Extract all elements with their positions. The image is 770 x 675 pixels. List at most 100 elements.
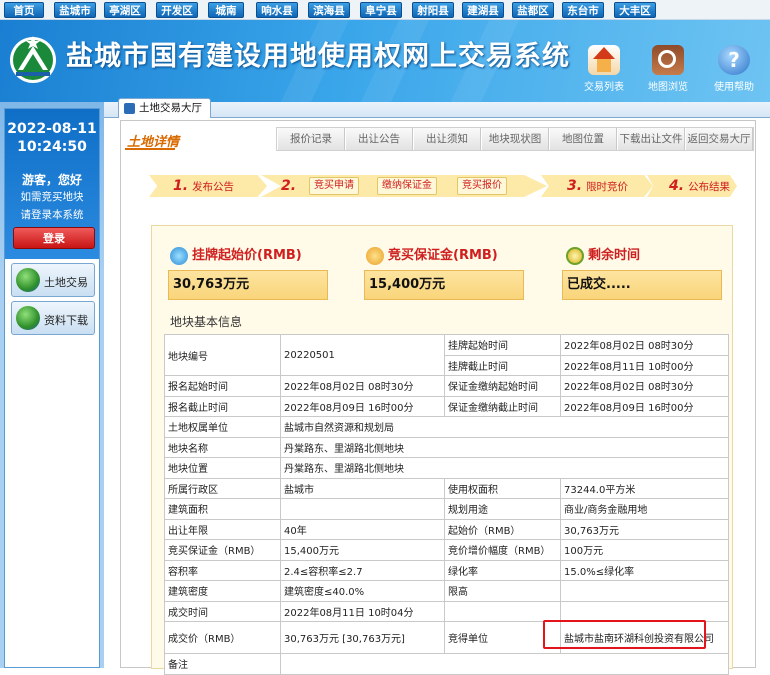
table-row: 出让年限 40年 起始价（RMB） 30,763万元 [164,518,729,540]
table-cell: 竞买保证金（RMB） [164,539,281,561]
step-number: 3. [567,178,583,194]
map-icon [652,45,684,75]
subtab-notice[interactable]: 出让须知 [413,128,481,150]
header-banner: 盐城市国有建设用地使用权网上交易系统 交易列表 地图浏览 ? 使用帮助 [0,20,770,102]
emblem-logo-icon [10,36,56,83]
table-cell: 建筑面积 [164,498,281,520]
tab-strip: 土地交易大厅 [104,98,770,118]
map-browse-link[interactable]: 地图浏览 [640,45,696,93]
table-cell: 盐城市 [280,477,445,499]
trade-list-link[interactable]: 交易列表 [576,45,632,93]
help-link[interactable]: ? 使用帮助 [706,45,762,93]
apply-button[interactable]: 竞买申请 [309,177,359,195]
table-cell: 规划用途 [444,498,561,520]
clock-box: 2022-08-11 10:24:50 游客，您好 如需竞买地块 请登录本系统 … [5,109,99,259]
table-cell: 保证金缴纳截止时间 [444,395,561,417]
table-row: 所属行政区 盐城市 使用权面积 73244.0平方米 [164,477,729,499]
table-cell: 100万元 [560,539,729,561]
nav-home[interactable]: 首页 [4,2,44,18]
subtab-announcement[interactable]: 出让公告 [345,128,413,150]
nav-yancheng[interactable]: 盐城市 [54,2,96,18]
nav-binhai[interactable]: 滨海县 [308,2,350,18]
nav-tinghu[interactable]: 亭湖区 [104,2,146,18]
nav-yandu[interactable]: 盐都区 [512,2,554,18]
detail-subtabs: 报价记录 出让公告 出让须知 地块现状图 地图位置 下载出让文件 返回交易大厅 [276,127,754,151]
table-cell: 起始价（RMB） [444,518,561,540]
clock-icon [566,246,584,265]
table-cell: 所属行政区 [164,477,281,499]
start-price-head: 挂牌起始价(RMB) [170,244,302,265]
table-cell: 20220501 [280,334,445,376]
bid-quote-button[interactable]: 竞买报价 [457,177,507,195]
table-cell: 15.0%≤绿化率 [560,559,729,581]
download-label: 资料下载 [44,314,88,327]
table-cell: 30,763万元 [30,763万元] [280,621,445,654]
sidebar: 2022-08-11 10:24:50 游客，您好 如需竞买地块 请登录本系统 … [0,102,104,668]
process-steps: 1. 发布公告 2. 竞买申请 缴纳保证金 竞买报价 3. 限时竞价 4. 公布结果 [149,175,737,197]
step-timed-bidding: 3. 限时竞价 [541,175,653,197]
help-label: 使用帮助 [714,82,754,93]
table-row: 容积率 2.4≤容积率≤2.7 绿化率 15.0%≤绿化率 [164,559,729,581]
table-row: 竞买保证金（RMB） 15,400万元 竞价增价幅度（RMB） 100万元 [164,539,729,561]
table-row: 地块编号 20220501 挂牌起始时间 2022年08月02日 08时30分 [164,334,729,376]
nav-dongtai[interactable]: 东台市 [562,2,604,18]
login-button[interactable]: 登录 [13,227,95,249]
map-browse-label: 地图浏览 [648,82,688,93]
table-cell: 73244.0平方米 [560,477,729,499]
step-number: 4. [669,178,685,194]
table-cell: 报名起始时间 [164,375,281,397]
winner-highlight-box [543,620,706,649]
table-cell [280,498,445,520]
nav-jianhu[interactable]: 建湖县 [462,2,504,18]
money-bag-icon [366,246,384,265]
tab-land-trade-hall[interactable]: 土地交易大厅 [118,98,211,118]
table-cell: 2022年08月09日 16时00分 [560,395,729,417]
nav-sheyang[interactable]: 射阳县 [412,2,454,18]
step-publish: 1. 发布公告 [149,175,267,197]
subtab-bid-records[interactable]: 报价记录 [277,128,345,150]
subtab-status-map[interactable]: 地块现状图 [481,128,549,150]
table-cell: 2.4≤容积率≤2.7 [280,559,445,581]
table-cell [560,580,729,602]
nav-xiangshui[interactable]: 响水县 [256,2,298,18]
nav-kaifaqu[interactable]: 开发区 [156,2,198,18]
step-number: 2. [281,178,297,194]
pay-deposit-button[interactable]: 缴纳保证金 [377,177,437,195]
house-icon [588,45,620,75]
table-cell: 成交时间 [164,600,281,622]
tab-icon [124,103,135,114]
remaining-time-value: 已成交..... [562,270,722,300]
nav-dafeng[interactable]: 大丰区 [614,2,656,18]
table-cell: 绿化率 [444,559,561,581]
table-cell: 2022年08月02日 08时30分 [560,334,729,356]
land-detail-panel: 土地详情 报价记录 出让公告 出让须知 地块现状图 地图位置 下载出让文件 返回… [120,120,756,675]
table-cell: 地块编号 [164,334,281,376]
step-number: 1. [173,178,189,194]
table-cell: 土地权属单位 [164,416,281,438]
table-cell: 15,400万元 [280,539,445,561]
table-cell: 保证金缴纳起始时间 [444,375,561,397]
remaining-time-head: 剩余时间 [566,244,640,265]
base-info-title: 地块基本信息 [170,315,243,329]
globe-icon [16,268,40,292]
download-button[interactable]: 资料下载 [11,301,95,335]
step-label: 公布结果 [688,181,731,193]
remaining-time-head-text: 剩余时间 [588,248,641,263]
table-row: 土地权属单位 盐城市自然资源和规划局 [164,416,729,438]
table-cell: 2022年08月09日 16时00分 [280,395,445,417]
table-cell: 2022年08月11日 10时00分 [560,354,729,376]
land-trade-button[interactable]: 土地交易 [11,263,95,297]
table-cell: 限高 [444,580,561,602]
subtab-back-hall[interactable]: 返回交易大厅 [685,128,753,150]
help-icon: ? [718,45,750,75]
step-label: 发布公告 [192,181,235,193]
step-result: 4. 公布结果 [647,175,737,197]
nav-funing[interactable]: 阜宁县 [360,2,402,18]
table-row: 地块位置 丹棠路东、里湖路北侧地块 [164,457,729,479]
subtab-download-docs[interactable]: 下载出让文件 [617,128,685,150]
current-time: 10:24:50 [17,139,87,155]
table-row: 地块名称 丹棠路东、里湖路北侧地块 [164,436,729,458]
subtab-map-location[interactable]: 地图位置 [549,128,617,150]
nav-chengnan[interactable]: 城南 [208,2,244,18]
tab-label: 土地交易大厅 [139,102,202,114]
